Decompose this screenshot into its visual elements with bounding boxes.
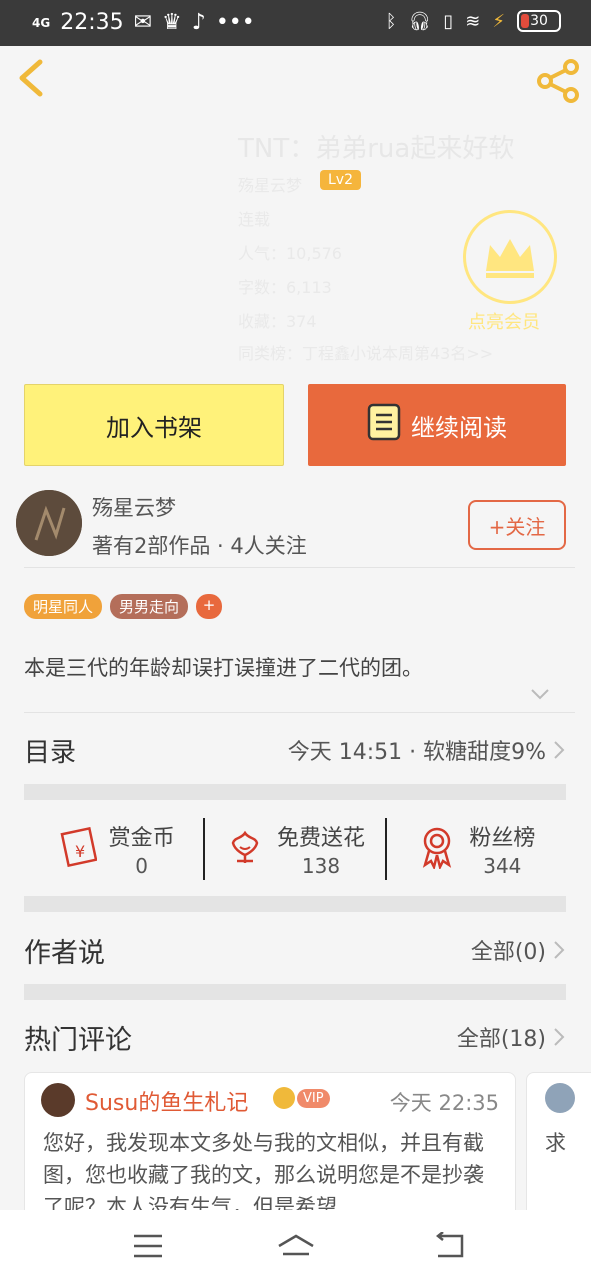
author-says-all: 全部(0) xyxy=(470,940,546,965)
stat-label: 免费送花 xyxy=(276,826,365,851)
hot-comments-title: 热门评论 xyxy=(24,1024,132,1056)
section-band xyxy=(24,984,566,1000)
vip-badge: VIP xyxy=(273,1087,330,1109)
author-avatar[interactable] xyxy=(16,490,82,556)
add-to-shelf-button[interactable]: 加入书架 xyxy=(24,384,284,466)
book-ranking-link[interactable]: 同类榜：丁程鑫小说本周第43名>> xyxy=(238,340,493,364)
section-band xyxy=(24,784,566,800)
toc-latest-update: 今天 14:51 · 软糖甜度9% xyxy=(287,740,546,765)
table-of-contents-row[interactable]: 目录 今天 14:51 · 软糖甜度9% xyxy=(24,716,566,784)
red-envelope-icon: ¥ xyxy=(53,826,98,871)
stat-value: 0 xyxy=(135,854,149,878)
stats-bar: ¥ 赏金币 0 免费送花 138 粉丝榜 344 xyxy=(24,806,566,892)
add-tag-button[interactable]: + xyxy=(196,594,223,619)
comment-body: 您好，我发现本文多处与我的文相似，并且有截图，您也收藏了我的文，那么说明您是不是… xyxy=(43,1131,484,1219)
crown-icon xyxy=(273,1087,295,1109)
book-favorites: 收藏：374 xyxy=(238,312,317,331)
author-name[interactable]: 殇星云梦 xyxy=(92,492,176,522)
home-icon[interactable] xyxy=(277,1232,315,1260)
book-intro: 本是三代的年龄却误打误撞进了二代的团。 xyxy=(24,656,423,680)
chevron-right-icon xyxy=(554,741,565,759)
commenter-avatar[interactable] xyxy=(545,1083,575,1113)
author-works: 著有2部作品 · 4人关注 xyxy=(92,534,307,558)
message-icon: ✉ xyxy=(133,10,153,35)
comment-card[interactable]: Susu的鱼生札记 VIP 今天 22:35 您好，我发现本文多处与我的文相似，… xyxy=(24,1072,516,1224)
level-badge: Lv2 xyxy=(320,170,361,190)
flower-icon xyxy=(225,827,265,871)
vibrate-icon: ▯ xyxy=(443,10,454,32)
author-section[interactable]: 殇星云梦 著有2部作品 · 4人关注 +关注 xyxy=(16,490,575,565)
divider xyxy=(24,712,575,713)
continue-reading-button[interactable]: 继续阅读 xyxy=(308,384,566,466)
author-says-row[interactable]: 作者说 全部(0) xyxy=(24,918,566,982)
stat-value: 344 xyxy=(483,854,522,878)
back-nav-icon[interactable] xyxy=(434,1231,466,1260)
hot-comments-row[interactable]: 热门评论 全部(18) xyxy=(24,1005,566,1069)
add-to-shelf-label: 加入书架 xyxy=(106,413,202,442)
fan-ranking-stat[interactable]: 粉丝榜 344 xyxy=(387,820,566,878)
continue-reading-label: 继续阅读 xyxy=(411,413,507,442)
system-nav-bar xyxy=(0,1210,591,1280)
divider xyxy=(24,567,575,568)
book-icon xyxy=(367,403,401,447)
follow-button[interactable]: +关注 xyxy=(468,500,566,550)
book-author-line: 殇星云梦 xyxy=(238,176,303,195)
stat-label: 赏金币 xyxy=(108,826,175,851)
author-says-title: 作者说 xyxy=(24,937,105,969)
more-icon: ••• xyxy=(215,10,255,35)
reward-coins-stat[interactable]: ¥ 赏金币 0 xyxy=(24,820,203,878)
tag-item[interactable]: 明星同人 xyxy=(24,594,103,619)
tag-item[interactable]: 男男走向 xyxy=(110,594,189,619)
charging-icon: ⚡ xyxy=(492,10,505,32)
comment-body: 求 xyxy=(545,1131,566,1155)
wifi-icon: ≋ xyxy=(465,10,481,32)
headphones-icon: 🎧︎ xyxy=(408,10,432,32)
stat-value: 138 xyxy=(301,854,341,878)
menu-icon[interactable] xyxy=(132,1232,164,1260)
status-time: 22:35 xyxy=(60,10,124,35)
stat-label: 粉丝榜 xyxy=(469,826,536,851)
commenter-name[interactable]: Susu的鱼生札记 xyxy=(85,1085,248,1117)
share-icon[interactable] xyxy=(535,58,581,104)
chevron-down-icon[interactable] xyxy=(530,686,550,702)
medal-icon xyxy=(417,825,457,873)
status-bar: 4G 22:35 ✉ ♛ ♪ ••• ᛒ 🎧︎ ▯ ≋ ⚡ 30 xyxy=(0,0,591,46)
book-word-count: 字数：6,113 xyxy=(238,278,332,297)
book-status: 连载 xyxy=(238,210,271,229)
comment-card[interactable]: 求 xyxy=(526,1072,591,1224)
tag-list: 明星同人 男男走向 + xyxy=(24,594,223,619)
crown-icon: ♛ xyxy=(162,10,182,35)
svg-text:¥: ¥ xyxy=(75,842,85,861)
section-band xyxy=(24,896,566,912)
toc-title: 目录 xyxy=(24,737,77,768)
vip-crown-icon[interactable] xyxy=(463,210,557,304)
comment-time: 今天 22:35 xyxy=(389,1091,499,1115)
battery-indicator: 30 xyxy=(517,10,561,32)
send-flower-stat[interactable]: 免费送花 138 xyxy=(205,820,384,878)
book-popularity: 人气：10,576 xyxy=(238,244,342,263)
bluetooth-icon: ᛒ xyxy=(385,10,397,32)
back-icon[interactable] xyxy=(14,58,54,98)
vip-label[interactable]: 点亮会员 xyxy=(468,308,540,334)
book-title: TNT：弟弟rua起来好软 xyxy=(238,134,515,164)
hot-comments-all: 全部(18) xyxy=(456,1027,546,1052)
chevron-right-icon xyxy=(554,1028,565,1046)
commenter-avatar[interactable] xyxy=(41,1083,75,1117)
music-icon: ♪ xyxy=(191,10,206,35)
chevron-right-icon xyxy=(554,941,565,959)
network-label: 4G xyxy=(32,15,51,30)
